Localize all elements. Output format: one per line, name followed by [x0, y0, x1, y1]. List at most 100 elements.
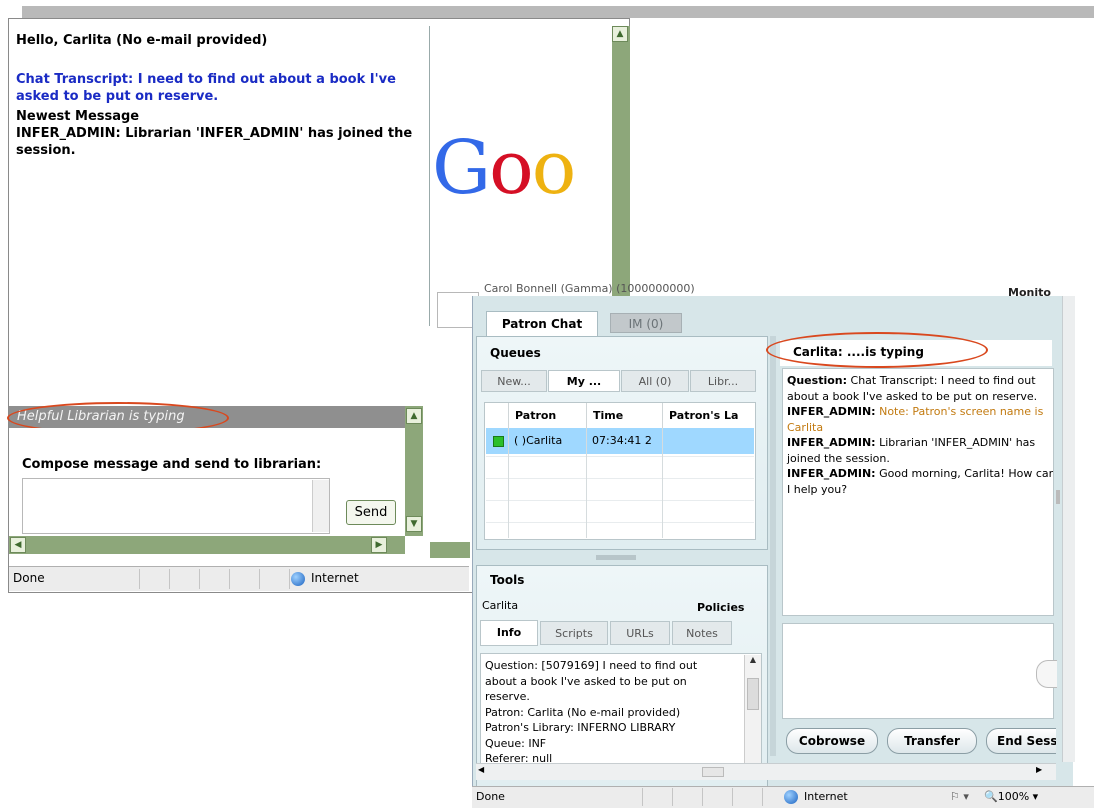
table-row [486, 478, 754, 501]
column-divider [662, 428, 663, 538]
scroll-left-icon[interactable]: ◀ [478, 765, 484, 774]
scroll-up-icon[interactable]: ▲ [406, 408, 422, 424]
status-cell [149, 569, 170, 589]
send-button[interactable]: Send [346, 500, 396, 525]
status-text: Done [476, 790, 505, 803]
queue-tab-new[interactable]: New... [481, 370, 547, 392]
info-line: Queue: INF [485, 736, 547, 750]
status-cell [742, 788, 763, 806]
internet-globe-icon [784, 790, 798, 804]
cobrowse-horizontal-scrollbar[interactable] [430, 542, 470, 558]
annotation-oval [766, 332, 988, 368]
row-patron[interactable]: ( )Carlita [514, 428, 562, 454]
zone-indicator: Internet [291, 567, 359, 590]
zone-text: Internet [311, 571, 359, 585]
tab-im[interactable]: IM (0) [610, 313, 682, 333]
scroll-thumb[interactable] [702, 767, 724, 777]
status-cell [652, 788, 673, 806]
send-message-button[interactable] [1036, 660, 1057, 688]
chat-line: joined the session. [787, 451, 890, 465]
scroll-down-icon[interactable]: ▼ [406, 516, 422, 532]
queue-tab-my[interactable]: My ... [548, 370, 620, 392]
cobrowse-vertical-scrollbar[interactable]: ▲ [612, 26, 630, 326]
chat-line: INFER_ADMIN: Librarian 'INFER_ADMIN' has [787, 436, 1036, 449]
tools-patron-name: Carlita [482, 599, 519, 612]
zoom-control[interactable]: 🔍100% ▾ [984, 787, 1038, 807]
google-logo: Goo [432, 125, 610, 211]
newest-message-text: INFER_ADMIN: Librarian 'INFER_ADMIN' has… [16, 126, 413, 158]
zone-text: Internet [804, 790, 848, 803]
compose-label: Compose message and send to librarian: [22, 457, 322, 472]
monitor-label: Monito [1008, 286, 1051, 299]
policies-link[interactable]: Policies [697, 601, 744, 614]
transfer-button[interactable]: Transfer [887, 728, 977, 754]
scroll-up-icon[interactable]: ▲ [612, 26, 628, 42]
chat-scroll-thumb[interactable] [1056, 490, 1060, 504]
status-cell [269, 569, 290, 589]
google-logo-text: Goo [432, 125, 577, 211]
end-session-button[interactable]: End Session [986, 728, 1056, 754]
queue-tab-library[interactable]: Libr... [690, 370, 756, 392]
status-cell [712, 788, 733, 806]
tab-scripts[interactable]: Scripts [540, 621, 608, 645]
column-header-time[interactable]: Time [587, 403, 663, 429]
queues-title: Queues [490, 346, 541, 360]
tab-urls[interactable]: URLs [610, 621, 670, 645]
tab-info[interactable]: Info [480, 620, 538, 646]
librarian-vertical-scrollbar[interactable] [1062, 296, 1075, 762]
queue-tab-all[interactable]: All (0) [621, 370, 689, 392]
zone-indicator: Internet [784, 787, 848, 807]
chat-line: Question: Chat Transcript: I need to fin… [787, 374, 1036, 387]
info-line: Patron's Library: INFERNO LIBRARY [485, 721, 676, 734]
status-text: Done [13, 571, 45, 585]
status-cell [119, 569, 140, 589]
compose-scrollbar[interactable] [312, 480, 329, 532]
column-divider [586, 428, 587, 538]
greeting-text: Hello, Carlita (No e-mail provided) [16, 33, 268, 48]
protected-mode-icon[interactable]: ⚐ ▾ [950, 787, 969, 807]
info-line: Patron: Carlita (No e-mail provided) [485, 705, 681, 719]
cobrowse-button[interactable]: Cobrowse [786, 728, 878, 754]
patron-status-bar: Done Internet [9, 566, 469, 591]
scroll-right-icon[interactable]: ▶ [371, 537, 387, 553]
scroll-left-icon[interactable]: ◀ [10, 537, 26, 553]
vertical-splitter[interactable] [770, 336, 776, 756]
row-time[interactable]: 07:34:41 2 [592, 428, 652, 454]
chat-transcript-text: Chat Transcript: I need to find out abou… [16, 72, 396, 104]
librarian-horizontal-scrollbar[interactable]: ◀ ▶ [476, 763, 1056, 780]
compose-vertical-scrollbar[interactable]: ▲ ▼ [405, 406, 423, 536]
info-line: reserve. [485, 690, 530, 703]
status-indicator-icon [493, 428, 504, 454]
column-header-patron-library[interactable]: Patron's La [663, 403, 755, 429]
info-box: Question: [5079169] I need to find out a… [480, 653, 762, 771]
table-row [486, 500, 754, 523]
chat-line: I help you? [787, 482, 848, 496]
scroll-thumb[interactable] [747, 678, 759, 710]
status-cell [239, 569, 260, 589]
chat-line: about a book I've asked to be put on res… [787, 389, 1038, 403]
chat-line: INFER_ADMIN: Note: Patron's screen name … [787, 405, 1044, 418]
compose-input[interactable] [22, 478, 330, 534]
google-logo-letter: G [432, 125, 491, 211]
table-row [486, 456, 754, 479]
google-logo-letter: o [489, 125, 534, 211]
scroll-right-icon[interactable]: ▶ [1036, 765, 1042, 774]
chat-line: Carlita [787, 420, 824, 434]
table-row [486, 522, 754, 545]
info-line: about a book I've asked to be put on [485, 674, 687, 688]
horizontal-scrollbar[interactable]: ◀ ▶ [9, 536, 405, 554]
status-cell [682, 788, 703, 806]
google-logo-letter: o [531, 125, 577, 211]
status-cell [209, 569, 230, 589]
tab-patron-chat[interactable]: Patron Chat [486, 311, 598, 336]
splitter-handle[interactable] [596, 555, 636, 560]
librarian-status-bar: Done Internet ⚐ ▾ 🔍100% ▾ [472, 786, 1094, 808]
scroll-up-icon[interactable]: ▲ [745, 655, 761, 664]
status-cell [179, 569, 200, 589]
tab-notes[interactable]: Notes [672, 621, 732, 645]
chat-transcript: Question: Chat Transcript: I need to fin… [782, 368, 1054, 616]
info-scrollbar[interactable]: ▲ [744, 655, 761, 769]
librarian-message-input[interactable] [782, 623, 1054, 719]
column-header-patron[interactable]: Patron [509, 403, 587, 429]
newest-message: Newest Message INFER_ADMIN: Librarian 'I… [16, 108, 416, 159]
